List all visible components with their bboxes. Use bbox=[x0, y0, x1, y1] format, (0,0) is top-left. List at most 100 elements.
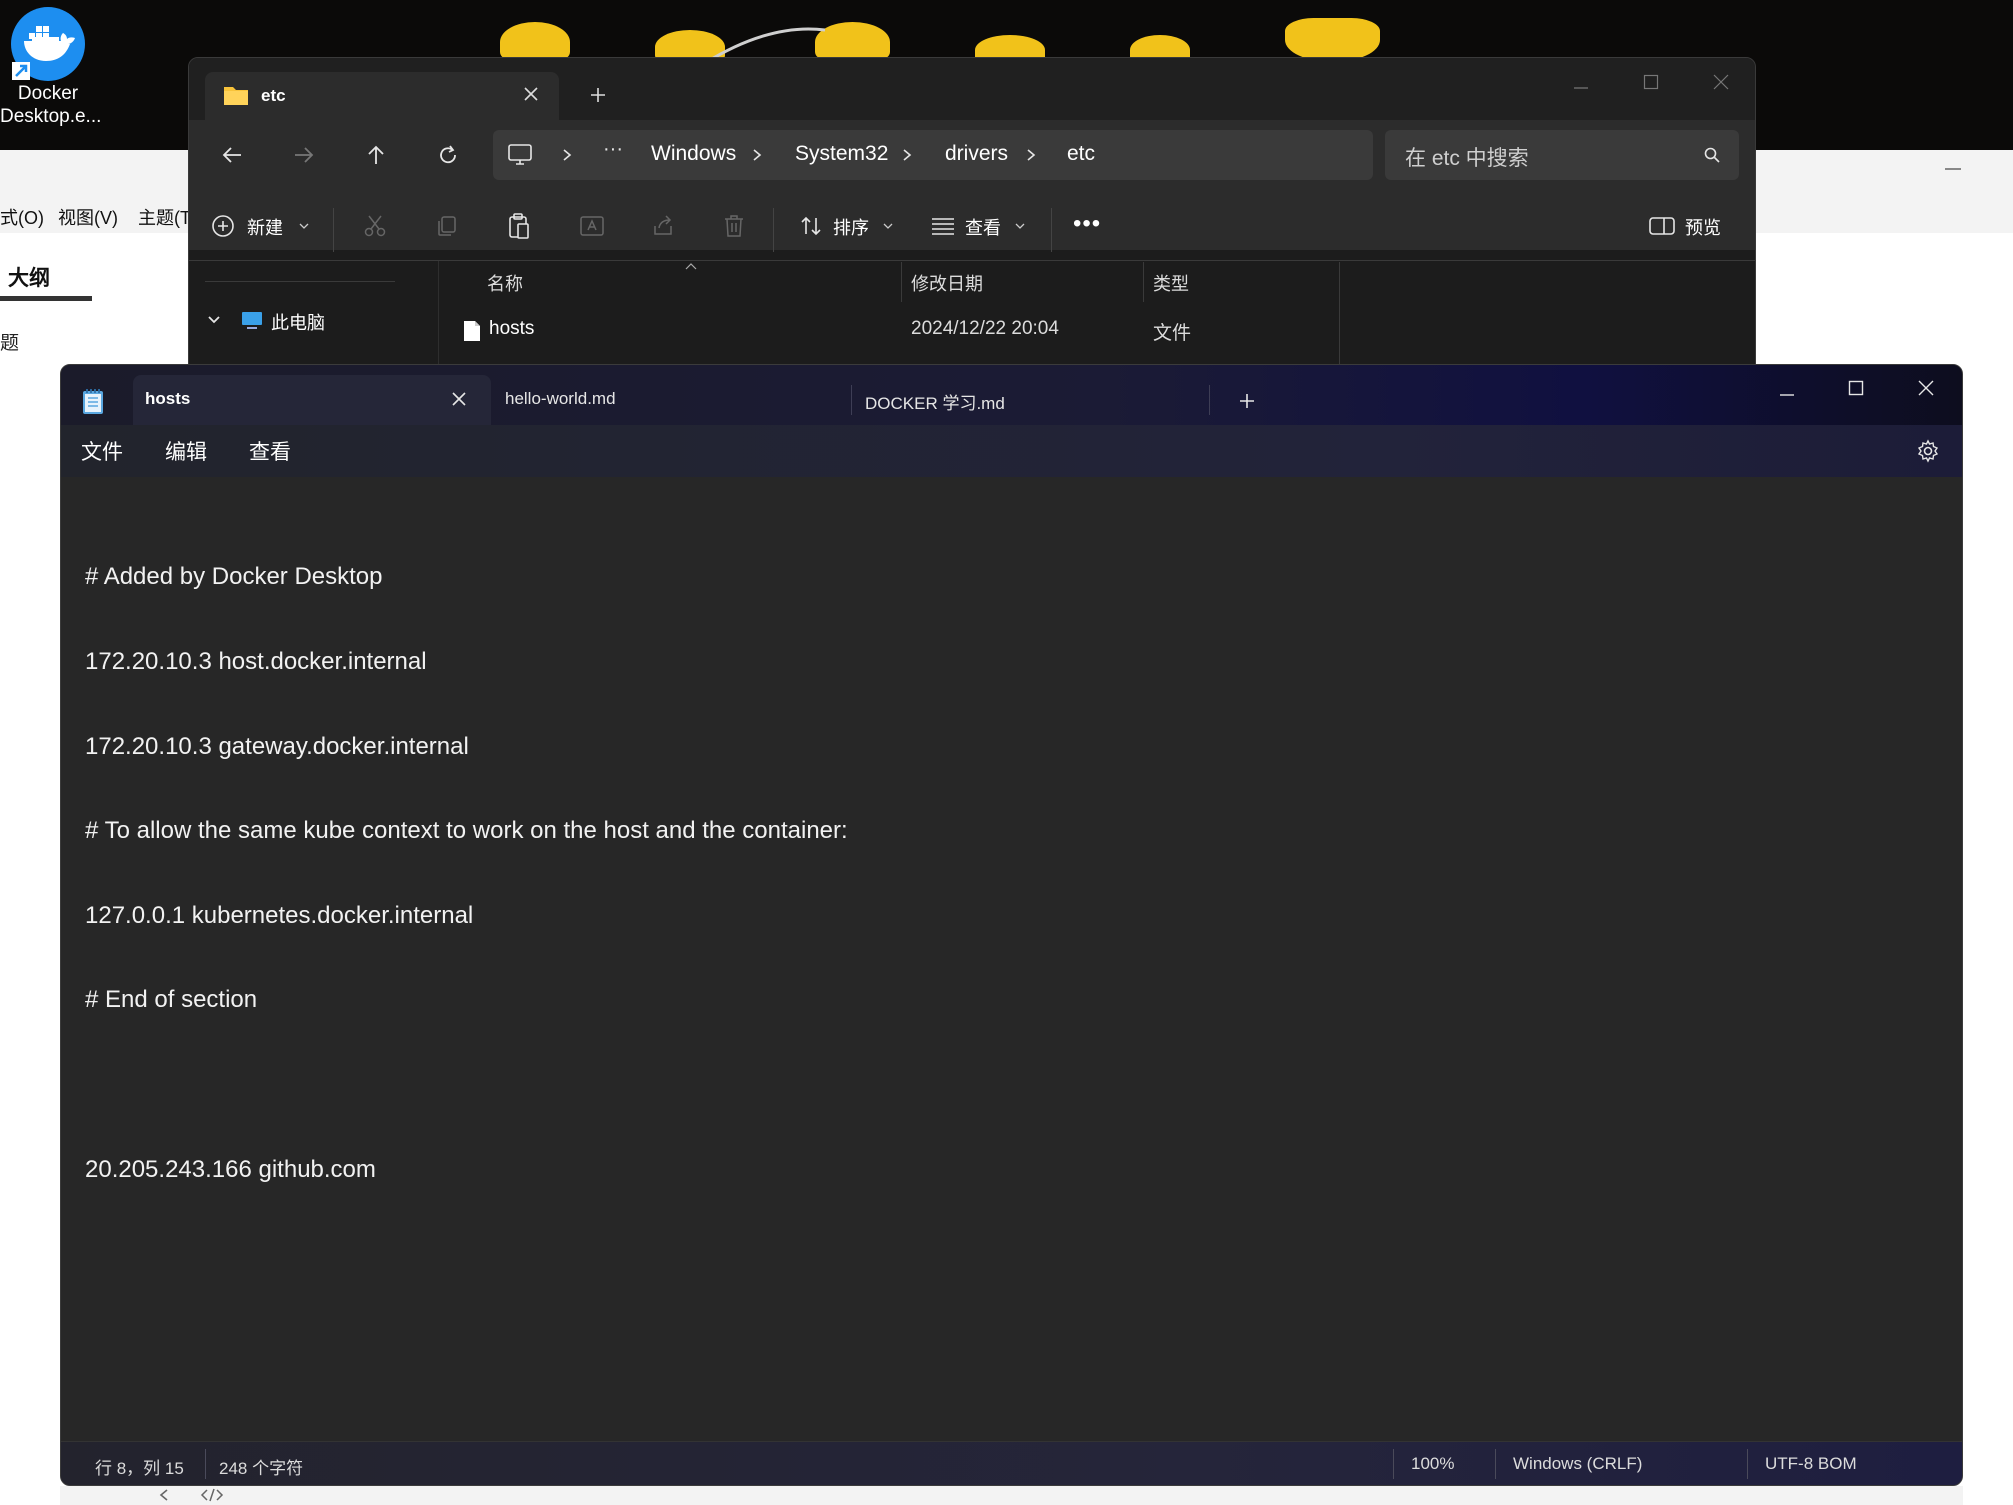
paste-icon[interactable] bbox=[507, 212, 531, 240]
shortcut-label: Docker Desktop.e... bbox=[0, 82, 101, 128]
tab-hosts[interactable]: hosts bbox=[133, 375, 491, 425]
tab-hello-world[interactable]: hello-world.md bbox=[495, 375, 851, 425]
file-modified: 2024/12/22 20:04 bbox=[911, 318, 1059, 339]
status-bar bbox=[61, 1441, 1962, 1485]
sort-ascending-icon bbox=[685, 262, 697, 270]
breadcrumb-system32[interactable]: System32 bbox=[795, 142, 888, 166]
sort-icon bbox=[799, 214, 823, 238]
minimize-icon[interactable] bbox=[1779, 387, 1795, 403]
preview-label: 预览 bbox=[1685, 218, 1721, 238]
bg-outline-title[interactable]: 大纲 bbox=[8, 262, 50, 292]
chevron-down-icon bbox=[299, 222, 309, 230]
bg-outline-underline bbox=[0, 296, 92, 301]
search-icon[interactable] bbox=[1703, 146, 1721, 164]
text-editor[interactable]: # Added by Docker Desktop 172.20.10.3 ho… bbox=[61, 477, 1962, 1441]
explorer-tab-etc[interactable]: etc bbox=[205, 72, 559, 122]
column-divider[interactable] bbox=[901, 262, 902, 302]
share-icon[interactable] bbox=[651, 214, 675, 238]
maximize-icon[interactable] bbox=[1643, 74, 1659, 90]
more-path-icon[interactable]: ··· bbox=[603, 138, 623, 161]
view-label: 查看 bbox=[965, 218, 1001, 238]
status-encoding[interactable]: UTF-8 BOM bbox=[1765, 1454, 1857, 1474]
chevron-down-icon[interactable] bbox=[207, 315, 221, 325]
code-icon[interactable] bbox=[200, 1488, 224, 1502]
preview-button[interactable]: 预览 bbox=[1649, 208, 1749, 244]
file-row-hosts[interactable]: hosts 2024/12/22 20:04 文件 bbox=[441, 314, 1339, 354]
preview-pane-icon bbox=[1649, 216, 1675, 236]
close-window-icon[interactable] bbox=[1918, 380, 1934, 396]
close-icon[interactable] bbox=[523, 86, 539, 102]
up-arrow-icon[interactable] bbox=[365, 144, 387, 166]
copy-icon[interactable] bbox=[435, 214, 459, 238]
new-tab-icon[interactable] bbox=[1238, 392, 1256, 410]
nav-item-this-pc[interactable]: 此电脑 bbox=[189, 301, 439, 341]
new-tab-icon[interactable] bbox=[589, 86, 607, 104]
column-type-header[interactable]: 类型 bbox=[1153, 270, 1189, 296]
bg-menu-view[interactable]: 视图(V) bbox=[58, 204, 118, 230]
status-divider bbox=[205, 1449, 206, 1479]
refresh-icon[interactable] bbox=[437, 144, 459, 166]
notepad-window: hosts hello-world.md DOCKER 学习.md 文件 编辑 … bbox=[60, 364, 1963, 1486]
breadcrumb-etc[interactable]: etc bbox=[1067, 142, 1095, 166]
close-window-icon[interactable] bbox=[1713, 74, 1729, 90]
editor-line: 127.0.0.1 kubernetes.docker.internal bbox=[85, 901, 474, 929]
bg-outline-item[interactable]: 题 bbox=[0, 328, 19, 355]
wallpaper-shape bbox=[1285, 18, 1380, 62]
breadcrumb-windows[interactable]: Windows bbox=[651, 142, 736, 166]
add-circle-icon bbox=[211, 214, 235, 238]
cut-icon[interactable] bbox=[363, 214, 387, 238]
bg-menu-theme[interactable]: 主题(T bbox=[138, 204, 191, 230]
editor-line: # Added by Docker Desktop bbox=[85, 563, 383, 591]
chevron-right-icon bbox=[1025, 148, 1037, 162]
status-divider bbox=[1747, 1449, 1748, 1479]
status-line-ending[interactable]: Windows (CRLF) bbox=[1513, 1454, 1642, 1474]
file-type: 文件 bbox=[1153, 323, 1192, 344]
shortcut-label-line1: Docker bbox=[17, 83, 79, 104]
tab-hosts-title: hosts bbox=[145, 389, 191, 408]
chevron-down-icon bbox=[883, 222, 893, 230]
delete-icon[interactable] bbox=[723, 214, 745, 238]
bg-minimize-icon[interactable] bbox=[1945, 168, 1961, 170]
notepad-menubar bbox=[61, 425, 1962, 477]
explorer-tab-title: etc bbox=[261, 86, 286, 105]
close-icon[interactable] bbox=[451, 391, 467, 407]
status-cursor-position: 行 8，列 15 bbox=[95, 1459, 184, 1478]
forward-arrow-icon[interactable] bbox=[293, 144, 315, 166]
maximize-icon[interactable] bbox=[1848, 380, 1864, 396]
menu-file[interactable]: 文件 bbox=[81, 436, 123, 466]
status-divider bbox=[1495, 1449, 1496, 1479]
chevron-left-icon[interactable] bbox=[158, 1488, 170, 1502]
gear-icon[interactable] bbox=[1916, 439, 1940, 463]
breadcrumb-drivers[interactable]: drivers bbox=[945, 142, 1008, 166]
editor-content[interactable]: # Added by Docker Desktop 172.20.10.3 ho… bbox=[85, 507, 848, 1240]
address-bar[interactable]: ··· Windows System32 drivers etc bbox=[493, 130, 1373, 180]
menu-edit[interactable]: 编辑 bbox=[165, 436, 207, 466]
new-button[interactable]: 新建 bbox=[211, 208, 311, 244]
tab-divider bbox=[1209, 385, 1210, 415]
column-modified-header[interactable]: 修改日期 bbox=[911, 270, 983, 296]
background-app-footer bbox=[60, 1486, 1963, 1505]
status-zoom[interactable]: 100% bbox=[1411, 1454, 1454, 1474]
column-divider[interactable] bbox=[1143, 262, 1144, 302]
tab-hello-world-title: hello-world.md bbox=[505, 389, 616, 408]
nav-divider bbox=[205, 281, 395, 282]
toolbar-divider bbox=[333, 208, 334, 252]
menu-view[interactable]: 查看 bbox=[249, 436, 291, 466]
notepad-app-icon bbox=[81, 387, 105, 415]
nav-this-pc-label: 此电脑 bbox=[271, 313, 325, 333]
search-field[interactable]: 在 etc 中搜索 bbox=[1385, 130, 1739, 180]
wallpaper-shape bbox=[500, 22, 570, 62]
minimize-icon[interactable] bbox=[1573, 80, 1589, 96]
chevron-right-icon bbox=[901, 148, 913, 162]
view-button[interactable]: 查看 bbox=[931, 208, 1031, 244]
sort-button[interactable]: 排序 bbox=[799, 208, 899, 244]
bg-menu-format[interactable]: 式(O) bbox=[0, 204, 44, 230]
back-arrow-icon[interactable] bbox=[221, 144, 243, 166]
rename-icon[interactable] bbox=[579, 214, 605, 238]
tab-docker-notes[interactable]: DOCKER 学习.md bbox=[855, 375, 1211, 425]
column-name-header[interactable]: 名称 bbox=[487, 270, 523, 296]
toolbar-divider bbox=[773, 208, 774, 252]
more-options-icon[interactable]: ••• bbox=[1073, 210, 1101, 238]
new-label: 新建 bbox=[247, 218, 283, 238]
